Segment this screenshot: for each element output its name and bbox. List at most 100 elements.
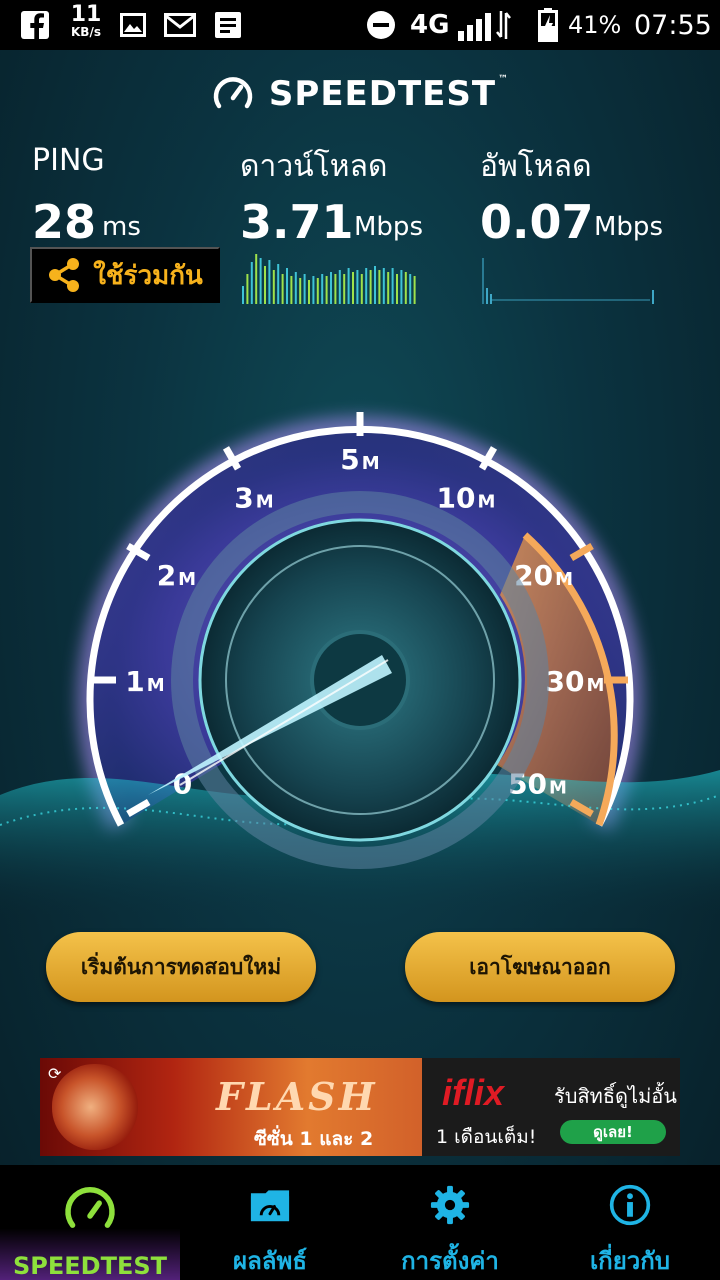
upload-label: อัพโหลด (480, 149, 592, 184)
sparkline-bar (316, 278, 319, 304)
sparkline-bar (369, 270, 372, 304)
sparkline-bar (382, 268, 385, 304)
nav-tab-about[interactable]: เกี่ยวกับ (540, 1165, 720, 1280)
notes-icon (214, 0, 242, 50)
sparkline-bar (277, 264, 280, 304)
gauge-tick-unit: M (362, 453, 380, 474)
gauge-tick-unit: M (256, 491, 274, 512)
gauge-tick-number: 10 (437, 481, 476, 514)
sparkline-bar (294, 272, 297, 304)
sparkline-bar (374, 266, 376, 304)
speed-gauge: 01 M2 M3 M5 M10 M20 M30 M50 M (0, 412, 720, 915)
nav-label-speedtest: SPEEDTEST (12, 1252, 167, 1280)
share-icon (49, 258, 80, 292)
sparkline-bar (387, 272, 390, 304)
nav-label-about: เกี่ยวกับ (589, 1247, 671, 1275)
ad-banner[interactable]: ⟳ FLASH ซีซั่น 1 และ 2 iflix รับสิทธิ์ดู… (40, 1058, 680, 1156)
ad-brand-logo: iflix (442, 1072, 505, 1113)
sparkline-bar (378, 270, 381, 304)
sparkline-bar (404, 272, 407, 304)
results-folder-icon (250, 1190, 290, 1222)
ad-show-season: ซีซั่น 1 และ 2 (254, 1128, 374, 1150)
upload-unit: Mbps (594, 212, 663, 242)
sparkline-bar (409, 274, 412, 304)
sparkline-bar (413, 276, 416, 304)
nav-tab-settings[interactable]: การตั้งค่า (360, 1165, 540, 1280)
sparkline-bar (352, 272, 354, 304)
nav-tab-speedtest[interactable]: SPEEDTEST (0, 1165, 180, 1280)
gauge-tick-unit: M (178, 569, 196, 590)
gauge-tick-number: 3 (234, 481, 253, 514)
network-speed: 11 KB/s (66, 4, 106, 39)
sparkline-bar (268, 260, 271, 304)
nav-tab-results[interactable]: ผลลัพธ์ (180, 1165, 360, 1280)
info-icon (609, 1184, 651, 1226)
gauge-tick-number: 1 (125, 665, 144, 698)
network-type: 4G (410, 10, 450, 40)
sparkline-bar (308, 280, 310, 304)
nav-label-results: ผลลัพธ์ (233, 1247, 307, 1275)
status-bar: 11 KB/s 4G 41% 07:55 (0, 0, 720, 50)
restart-test-button[interactable]: เริ่มต้นการทดสอบใหม่ (46, 932, 316, 1002)
network-speed-unit: KB/s (71, 25, 101, 39)
app-title: SPEEDTEST ™ (269, 74, 509, 114)
gauge-tick-number: 2 (157, 559, 176, 592)
sparkline-bar (259, 258, 262, 304)
download-sparkline (242, 254, 416, 304)
sparkline-bar (290, 276, 293, 304)
sparkline-bar (264, 266, 266, 304)
ad-show-title: FLASH (216, 1074, 378, 1119)
sparkline-bar (303, 274, 306, 304)
nav-label-settings: การตั้งค่า (401, 1247, 499, 1275)
gauge-tick-unit: M (549, 778, 567, 799)
sparkline-bar (312, 276, 315, 304)
facebook-icon (20, 0, 50, 50)
sparkline-bar (334, 274, 337, 304)
upload-value: 0.07 (480, 195, 594, 249)
sparkline-bar (321, 274, 324, 304)
speedtest-logo-icon (213, 77, 253, 109)
sparkline-bar (391, 268, 394, 304)
sparkline-bar (330, 272, 332, 304)
gallery-icon (120, 0, 146, 50)
sparkline-bar (338, 270, 341, 304)
gauge-tick-unit: M (147, 675, 165, 696)
sparkline-bar (299, 278, 302, 304)
sparkline-bar (242, 286, 244, 304)
sparkline-bar (255, 254, 258, 304)
ad-cta-button[interactable]: ดูเลย! (560, 1120, 666, 1144)
trademark: ™ (498, 74, 510, 85)
ad-refresh-icon[interactable]: ⟳ (48, 1064, 68, 1084)
battery-percent: 41% (568, 11, 622, 39)
share-label: ใช้ร่วมกัน (93, 259, 203, 290)
sparkline-bar (356, 270, 359, 304)
sparkline-bar (250, 262, 253, 304)
ping-unit: ms (102, 212, 141, 242)
gauge-tick-number: 30 (546, 665, 585, 698)
download-label: ดาวน์โหลด (240, 149, 388, 184)
ping-value: 28 (32, 195, 97, 249)
download-value: 3.71 (240, 195, 354, 249)
ad-tagline: รับสิทธิ์ดูไม่อั้น (554, 1084, 677, 1108)
sparkline-bar (400, 270, 403, 304)
dnd-icon (366, 0, 396, 50)
ad-show-panel[interactable]: ⟳ FLASH ซีซั่น 1 และ 2 (40, 1058, 422, 1156)
clock: 07:55 (634, 9, 712, 41)
sparkline-bar (272, 270, 275, 304)
sparkline-bar (365, 268, 368, 304)
remove-ads-button[interactable]: เอาโฆษณาออก (405, 932, 675, 1002)
sparkline-bar (396, 274, 398, 304)
download-unit: Mbps (354, 212, 423, 242)
sparkline-bar (343, 274, 346, 304)
sparkline-bar (347, 268, 350, 304)
ad-offer-panel[interactable]: iflix รับสิทธิ์ดูไม่อั้น 1 เดือนเต็ม! ดู… (422, 1058, 680, 1156)
app-header: SPEEDTEST ™ (0, 72, 720, 120)
app-title-text: SPEEDTEST (268, 74, 497, 114)
gauge-tick-number: 5 (340, 443, 359, 476)
share-button[interactable]: ใช้ร่วมกัน (30, 247, 220, 303)
bottom-nav: SPEEDTEST ผลลัพธ์ การตั้งค่า เกี่ยวกับ (0, 1165, 720, 1280)
gauge-tick-unit: M (555, 569, 573, 590)
battery-icon (538, 0, 558, 50)
gear-icon (430, 1185, 470, 1225)
gauge-tick-unit: M (478, 491, 496, 512)
